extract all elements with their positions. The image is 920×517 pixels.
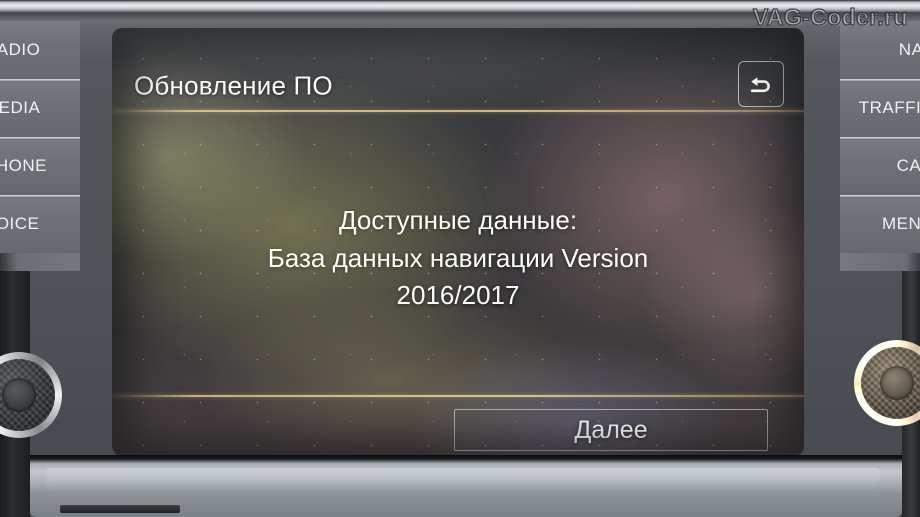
knob-hub	[2, 378, 36, 412]
infotainment-display[interactable]: Обновление ПО Доступные данные: База дан…	[112, 28, 804, 456]
hardkey-menu-label: MENU	[881, 214, 920, 233]
title-divider	[112, 110, 804, 112]
hardkey-divider	[840, 195, 920, 198]
next-button-label: Далее	[574, 415, 648, 444]
hardkey-radio[interactable]: RADIO	[0, 21, 80, 79]
back-arrow-icon	[748, 73, 774, 95]
hardkey-phone-label: PHONE	[0, 156, 47, 175]
dashboard-shelf-lip	[46, 468, 880, 490]
message-block: Доступные данные: База данных навигации …	[112, 124, 804, 392]
screen-ui: Обновление ПО Доступные данные: База дан…	[112, 28, 804, 456]
center-console: RADIO MEDIA PHONE VOICE NAV T	[0, 0, 920, 517]
back-button[interactable]	[738, 61, 784, 107]
hardkey-phone[interactable]: PHONE	[0, 137, 80, 195]
hardkey-voice[interactable]: VOICE	[0, 195, 80, 253]
hardkey-media[interactable]: MEDIA	[0, 79, 80, 137]
hardkey-column-left: RADIO MEDIA PHONE VOICE	[0, 21, 80, 271]
message-line-1: Доступные данные:	[338, 204, 578, 235]
hardkey-traffic-label: TRAFFIC	[858, 98, 920, 117]
dashboard-vent-slot	[60, 505, 180, 513]
hardkey-media-label: MEDIA	[0, 98, 41, 117]
next-button[interactable]: Далее	[454, 409, 768, 451]
page-title: Обновление ПО	[134, 70, 333, 101]
message-line-3: 2016/2017	[396, 280, 520, 311]
head-unit-photo: RADIO MEDIA PHONE VOICE NAV T	[0, 0, 920, 517]
tune-knob[interactable]	[854, 340, 920, 426]
message-line-2: База данных навигации Version	[267, 242, 649, 273]
hardkey-nav-label: NAV	[898, 40, 920, 59]
hardkey-column-right: NAV TRAFFIC CAR MENU	[840, 21, 920, 271]
hardkey-car[interactable]: CAR	[840, 137, 920, 195]
footer-divider	[112, 395, 804, 397]
hardkey-divider	[840, 79, 920, 82]
knob-hub	[880, 366, 914, 400]
hardkey-car-label: CAR	[896, 156, 920, 175]
hardkey-divider	[0, 79, 80, 82]
hardkey-radio-label: RADIO	[0, 40, 41, 59]
volume-knob[interactable]	[0, 352, 62, 438]
hardkey-traffic[interactable]: TRAFFIC	[840, 79, 920, 137]
hardkey-divider	[0, 137, 80, 140]
hardkey-divider	[0, 195, 80, 198]
watermark: VAG-Coder.ru	[752, 3, 908, 30]
hardkey-menu[interactable]: MENU	[840, 195, 920, 253]
hardkey-voice-label: VOICE	[0, 214, 40, 233]
hardkey-divider	[840, 137, 920, 140]
